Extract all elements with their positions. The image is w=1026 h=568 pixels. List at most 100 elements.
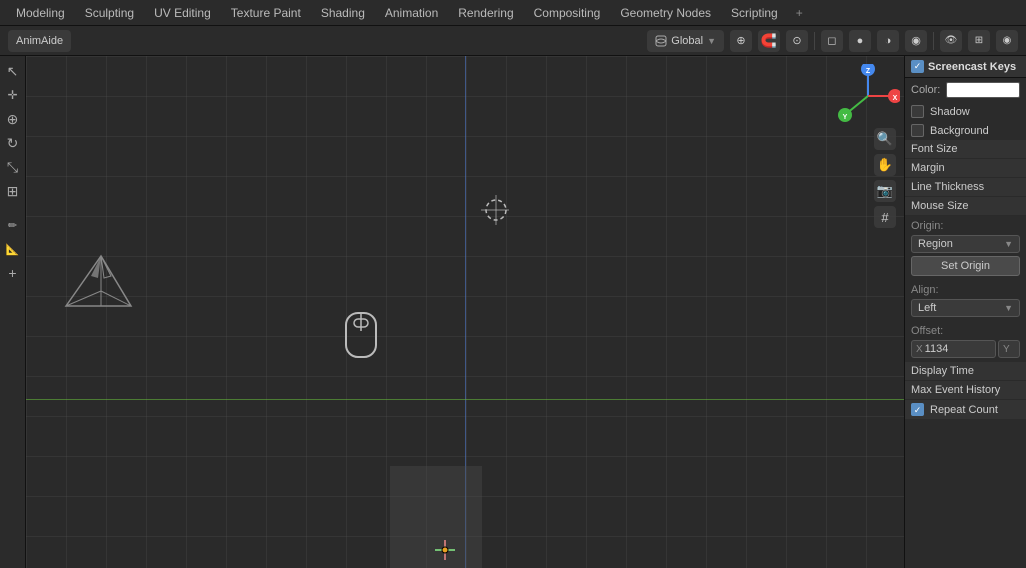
- right-panel: ✓ Screencast Keys Color: Shadow Backgrou…: [904, 56, 1026, 568]
- pivot-button[interactable]: ⊕: [730, 30, 752, 52]
- snap-button[interactable]: 🧲: [758, 30, 780, 52]
- menu-uv-editing[interactable]: UV Editing: [146, 3, 219, 23]
- rotate-tool[interactable]: ↻: [2, 132, 24, 154]
- offset-label: Offset:: [911, 325, 1020, 337]
- separator: [814, 32, 815, 50]
- svg-text:Y: Y: [843, 114, 848, 121]
- viewport-shading-wireframe[interactable]: ◻: [821, 30, 843, 52]
- cursor-3d: [481, 196, 509, 224]
- align-section: Align: Left ▼: [905, 280, 1026, 321]
- repeat-count-checkbox[interactable]: ✓: [911, 403, 924, 416]
- panel-title: Screencast Keys: [928, 61, 1016, 73]
- proportional-edit-button[interactable]: ⊙: [786, 30, 808, 52]
- chevron-down-icon: ▼: [1004, 239, 1013, 249]
- origin-marker-svg: [435, 540, 455, 560]
- select-tool[interactable]: ↖: [2, 60, 24, 82]
- svg-text:X: X: [893, 95, 898, 102]
- origin-label: Origin:: [911, 220, 1020, 232]
- chevron-down-icon: ▼: [707, 36, 716, 46]
- display-time-item[interactable]: Display Time: [905, 362, 1026, 381]
- svg-text:Z: Z: [866, 68, 871, 75]
- offset-x-axis: X: [916, 344, 923, 355]
- breadcrumb-label: AnimAide: [16, 35, 63, 47]
- color-row: Color:: [905, 78, 1026, 102]
- zoom-in-button[interactable]: 🔍: [874, 128, 896, 150]
- margin-item[interactable]: Margin: [905, 159, 1026, 178]
- set-origin-button[interactable]: Set Origin: [911, 256, 1020, 276]
- global-label: Global: [671, 35, 703, 47]
- origin-value: Region: [918, 238, 953, 250]
- background-checkbox[interactable]: [911, 124, 924, 137]
- move-tool[interactable]: ⊕: [2, 108, 24, 130]
- menu-shading[interactable]: Shading: [313, 3, 373, 23]
- color-label: Color:: [911, 84, 940, 96]
- origami-svg: [56, 246, 146, 326]
- menu-sculpting[interactable]: Sculpting: [77, 3, 142, 23]
- shadow-label: Shadow: [930, 106, 970, 118]
- max-event-history-item[interactable]: Max Event History: [905, 381, 1026, 400]
- menu-geometry-nodes[interactable]: Geometry Nodes: [612, 3, 719, 23]
- background-row: Background: [905, 121, 1026, 140]
- viewport-shading-rendered[interactable]: ◉: [905, 30, 927, 52]
- offset-section: Offset: X 1134 Y: [905, 321, 1026, 362]
- gizmo-area: Z X Y 🔍 ✋ 📷 #: [836, 64, 896, 228]
- offset-y-field[interactable]: Y: [998, 340, 1020, 358]
- origin-dropdown[interactable]: Region ▼: [911, 235, 1020, 253]
- menu-animation[interactable]: Animation: [377, 3, 446, 23]
- viewport-shading-solid[interactable]: ●: [849, 30, 871, 52]
- transform-tool[interactable]: ⊞: [2, 180, 24, 202]
- top-menu-bar: Modeling Sculpting UV Editing Texture Pa…: [0, 0, 1026, 26]
- offset-fields: X 1134 Y: [911, 340, 1020, 358]
- background-label: Background: [930, 125, 989, 137]
- viewport-shading-material[interactable]: ◑: [877, 30, 899, 52]
- mouse-icon: [344, 311, 378, 362]
- left-toolbar: ↖ ✛ ⊕ ↻ ⤡ ⊞ ✏ 📐 +: [0, 56, 26, 568]
- add-workspace-button[interactable]: +: [790, 3, 809, 23]
- cursor-tool[interactable]: ✛: [2, 84, 24, 106]
- overlay-button[interactable]: ◉: [996, 30, 1018, 52]
- mouse-size-item[interactable]: Mouse Size: [905, 197, 1026, 216]
- horizontal-axis: [26, 399, 904, 400]
- menu-compositing[interactable]: Compositing: [526, 3, 609, 23]
- pan-button[interactable]: ✋: [874, 154, 896, 176]
- viewport[interactable]: Z X Y 🔍 ✋ 📷 #: [26, 56, 904, 568]
- measure-tool[interactable]: 📐: [2, 238, 24, 260]
- global-mode-dropdown[interactable]: Global ▼: [647, 30, 724, 52]
- align-label: Align:: [911, 284, 1020, 296]
- offset-x-field[interactable]: X 1134: [911, 340, 996, 358]
- menu-texture-paint[interactable]: Texture Paint: [223, 3, 309, 23]
- menu-modeling[interactable]: Modeling: [8, 3, 73, 23]
- repeat-count-row: ✓ Repeat Count: [905, 400, 1026, 419]
- annotate-tool[interactable]: ✏: [2, 214, 24, 236]
- font-size-item[interactable]: Font Size: [905, 140, 1026, 159]
- gizmo-svg: Z X Y: [836, 64, 900, 128]
- align-value: Left: [918, 302, 936, 314]
- screencast-keys-checkbox[interactable]: ✓: [911, 60, 924, 73]
- main-area: ↖ ✛ ⊕ ↻ ⤡ ⊞ ✏ 📐 +: [0, 56, 1026, 568]
- repeat-count-label: Repeat Count: [930, 404, 998, 416]
- view-settings-button[interactable]: 👁: [940, 30, 962, 52]
- panel-header: ✓ Screencast Keys: [905, 56, 1026, 78]
- shadow-row: Shadow: [905, 102, 1026, 121]
- align-dropdown[interactable]: Left ▼: [911, 299, 1020, 317]
- navigation-gizmo[interactable]: Z X Y: [836, 64, 896, 124]
- add-tool[interactable]: +: [2, 262, 24, 284]
- grid-button[interactable]: #: [874, 206, 896, 228]
- origin-section: Origin: Region ▼ Set Origin: [905, 216, 1026, 280]
- mouse-svg: [344, 311, 378, 359]
- color-swatch[interactable]: [946, 82, 1020, 98]
- scale-tool[interactable]: ⤡: [2, 156, 24, 178]
- global-icon: [655, 35, 667, 47]
- breadcrumb-animaide: AnimAide: [8, 30, 71, 52]
- camera-button[interactable]: 📷: [874, 180, 896, 202]
- shadow-checkbox[interactable]: [911, 105, 924, 118]
- line-thickness-item[interactable]: Line Thickness: [905, 178, 1026, 197]
- cursor-3d-svg: [481, 195, 509, 225]
- menu-rendering[interactable]: Rendering: [450, 3, 521, 23]
- offset-y-axis: Y: [1003, 344, 1010, 355]
- chevron-down-icon-2: ▼: [1004, 303, 1013, 313]
- menu-scripting[interactable]: Scripting: [723, 3, 786, 23]
- origami-object: [56, 246, 146, 329]
- origin-marker: [435, 540, 455, 563]
- gizmo-button[interactable]: ⊞: [968, 30, 990, 52]
